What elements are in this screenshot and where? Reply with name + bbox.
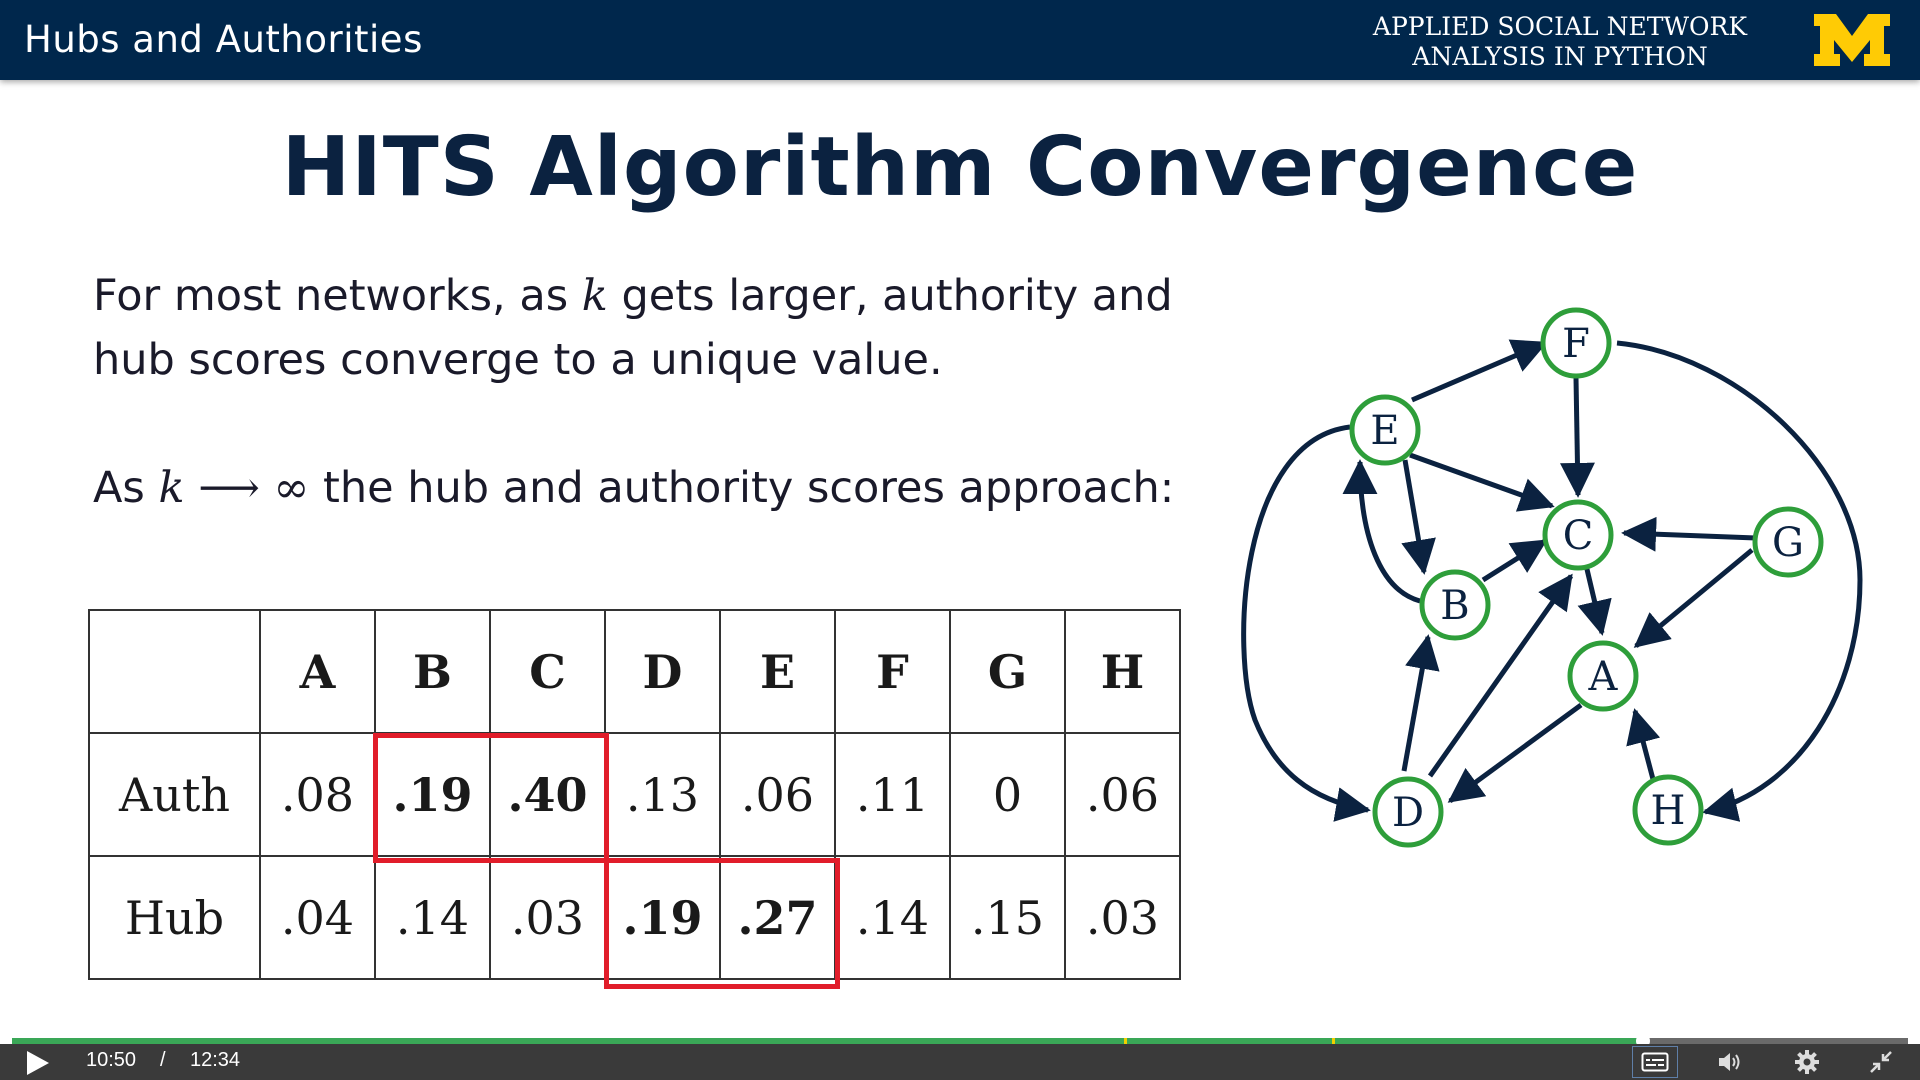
graph-edge (1401, 634, 1440, 772)
table-cell: .27 (719, 855, 836, 980)
graph-node-label: A (1588, 654, 1619, 700)
table-cell: .14 (834, 855, 951, 980)
table-header-cell: H (1064, 609, 1181, 734)
graph-node-label: D (1392, 790, 1424, 836)
player-controls: 10:50 / 12:34 (0, 1044, 1920, 1080)
table-header-cell: E (719, 609, 836, 734)
table-cell: .03 (489, 855, 606, 980)
table-row-label: Hub (88, 855, 261, 980)
course-name: APPLIED SOCIAL NETWORK ANALYSIS IN PYTHO… (1350, 12, 1770, 72)
slide-title: HITS Algorithm Convergence (281, 120, 1639, 215)
table-cell: .14 (374, 855, 491, 980)
slide-header: Hubs and Authorities APPLIED SOCIAL NETW… (0, 0, 1920, 80)
exit-fullscreen-button[interactable] (1858, 1046, 1904, 1078)
graph-edge (1621, 516, 1757, 552)
graph-node-label: H (1651, 788, 1686, 834)
graph-node-label: E (1370, 408, 1399, 454)
table-cell: .08 (259, 732, 376, 857)
graph-edge (1411, 339, 1548, 403)
volume-button[interactable] (1708, 1046, 1754, 1078)
course-name-line1: APPLIED SOCIAL NETWORK (1372, 12, 1748, 41)
scores-table: A B C D E F G H Auth .08 .19 .40 .13 .06… (88, 609, 1181, 980)
graph-edge (1616, 340, 1863, 822)
para2-text-b: the hub and authority scores approach: (309, 463, 1175, 513)
table-cell: .40 (489, 732, 606, 857)
table-row: Auth .08 .19 .40 .13 .06 .11 0 .06 (88, 732, 1181, 857)
table-cell: .19 (604, 855, 721, 980)
table-header-cell: F (834, 609, 951, 734)
limit-statement: As k ⟶ ∞ the hub and authority scores ap… (93, 456, 1243, 520)
gear-icon (1795, 1050, 1819, 1074)
table-header-cell: D (604, 609, 721, 734)
graph-edge (1241, 424, 1371, 822)
table-row: Hub .04 .14 .03 .19 .27 .14 .15 .03 (88, 855, 1181, 980)
table-header-cell: B (374, 609, 491, 734)
table-cell: .13 (604, 732, 721, 857)
table-cell: 0 (949, 732, 1066, 857)
captions-icon (1641, 1052, 1669, 1072)
table-header-cell: G (949, 609, 1066, 734)
para2-arrow-infinity: ⟶ ∞ (184, 463, 310, 513)
total-time: 12:34 (190, 1049, 241, 1071)
graph-edge (1633, 548, 1754, 648)
table-header-cell: A (259, 609, 376, 734)
table-cell: .15 (949, 855, 1066, 980)
para2-k: k (158, 463, 185, 513)
convergence-statement: For most networks, as k gets larger, aut… (93, 264, 1243, 392)
table-row-label: Auth (88, 732, 261, 857)
graph-node-label: G (1772, 520, 1804, 566)
table-header-cell: C (489, 609, 606, 734)
graph-edge (1577, 564, 1612, 636)
volume-icon (1719, 1053, 1740, 1071)
table-cell: .04 (259, 855, 376, 980)
table-cell: .06 (719, 732, 836, 857)
play-icon (27, 1051, 49, 1075)
graph-node-label: F (1562, 321, 1590, 367)
table-header-cell (88, 609, 261, 734)
para1-text-a: For most networks, as (93, 271, 582, 321)
graph-edge (1481, 538, 1548, 583)
graph-node-label: C (1563, 513, 1594, 559)
exit-fullscreen-icon (1870, 1051, 1892, 1073)
current-time: 10:50 (86, 1049, 137, 1071)
table-cell: .19 (374, 732, 491, 857)
table-cell: .03 (1064, 855, 1181, 980)
para2-text-a: As (93, 463, 159, 513)
settings-button[interactable] (1784, 1046, 1830, 1078)
graph-edge (1409, 452, 1555, 512)
play-button[interactable] (24, 1050, 52, 1076)
graph-node-label: B (1440, 583, 1469, 629)
lecture-title: Hubs and Authorities (24, 18, 423, 61)
table-cell: .06 (1064, 732, 1181, 857)
graph-edge (1559, 377, 1595, 498)
university-logo (1814, 14, 1890, 66)
table-header-row: A B C D E F G H (88, 609, 1181, 734)
graph-edge (1401, 459, 1436, 575)
network-graph: F E C G B A D H (1241, 307, 1863, 848)
course-name-line2: ANALYSIS IN PYTHON (1412, 42, 1708, 71)
captions-button[interactable] (1632, 1046, 1678, 1078)
para1-k: k (581, 271, 608, 321)
time-separator: / (160, 1049, 166, 1071)
table-cell: .11 (834, 732, 951, 857)
